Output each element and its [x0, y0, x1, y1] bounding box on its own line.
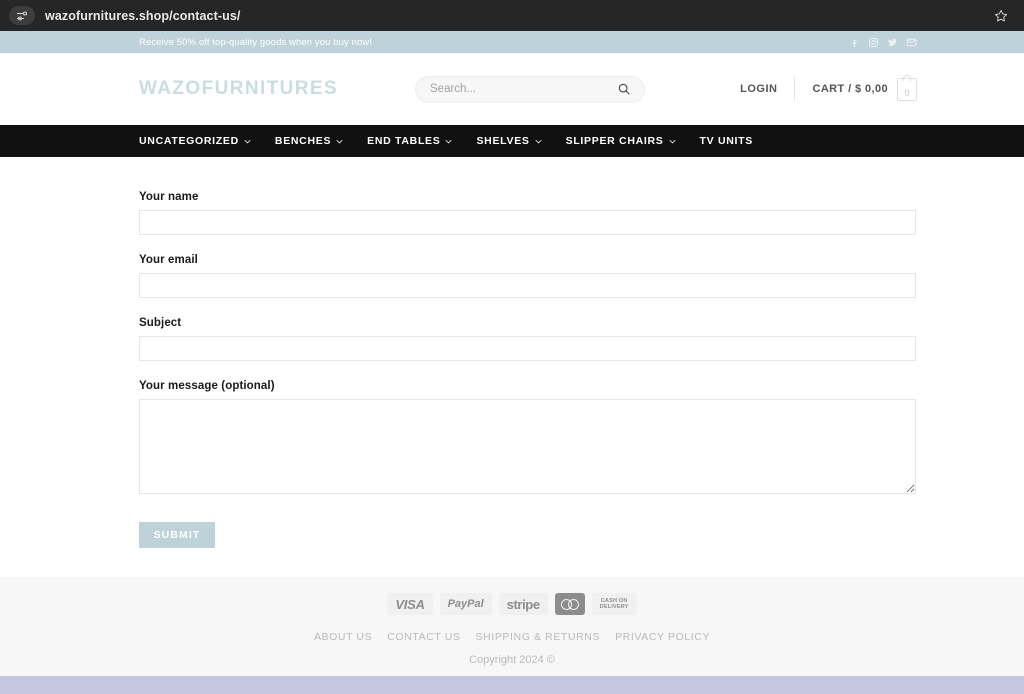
- footer-links: ABOUT US CONTACT US SHIPPING & RETURNS P…: [314, 631, 710, 643]
- chevron-down-icon: [668, 139, 676, 143]
- login-link[interactable]: LOGIN: [740, 77, 796, 101]
- your-email-input[interactable]: [139, 273, 916, 298]
- mastercard-icon: [554, 593, 585, 615]
- cart-icon[interactable]: 0: [897, 74, 917, 101]
- nav-item-shelves[interactable]: SHELVES: [476, 135, 542, 147]
- paypal-icon: PayPal: [439, 593, 492, 615]
- footer-link-contact-us[interactable]: CONTACT US: [387, 631, 460, 643]
- field-your-email: Your email: [139, 254, 916, 298]
- header-actions: LOGIN CART / $ 0,00 0: [740, 73, 917, 105]
- nav-item-tv-units[interactable]: TV UNITS: [700, 135, 753, 147]
- copyright-text: Copyright 2024 ©: [469, 654, 555, 666]
- field-label: Your name: [139, 191, 199, 203]
- cart-bag-handle: [903, 74, 911, 81]
- contact-form: Your name Your email Subject Your messag…: [139, 191, 916, 548]
- field-label: Your email: [139, 254, 198, 266]
- subject-input[interactable]: [139, 336, 916, 361]
- field-label: Your message (optional): [139, 380, 275, 392]
- nav-item-label: UNCATEGORIZED: [139, 135, 239, 147]
- email-icon[interactable]: [906, 37, 917, 48]
- sliders-icon: [17, 10, 28, 21]
- your-message-textarea[interactable]: [139, 399, 916, 494]
- field-label: Subject: [139, 317, 182, 329]
- payment-methods: VISA PayPal stripe CASH ON DELIVERY: [387, 593, 637, 615]
- chevron-down-icon: [445, 139, 453, 143]
- promo-text: Receive 50% off top-quality goods when y…: [139, 36, 373, 48]
- nav-list: UNCATEGORIZED BENCHES END TABLES SHELVES…: [139, 135, 777, 147]
- contact-page-main: Your name Your email Subject Your messag…: [0, 157, 1024, 577]
- chevron-down-icon: [336, 139, 343, 143]
- chevron-down-icon: [244, 139, 251, 143]
- nav-item-benches[interactable]: BENCHES: [275, 135, 343, 147]
- star-icon: [994, 9, 1008, 21]
- cart-count: 0: [904, 87, 910, 98]
- search-bar[interactable]: [415, 75, 645, 103]
- field-your-name: Your name: [139, 191, 916, 235]
- nav-item-label: END TABLES: [367, 135, 441, 147]
- social-links: [849, 37, 917, 48]
- twitter-icon[interactable]: [887, 37, 898, 48]
- footer-link-privacy-policy[interactable]: PRIVACY POLICY: [615, 631, 710, 643]
- footer-link-about-us[interactable]: ABOUT US: [314, 631, 372, 643]
- search-submit-button[interactable]: [616, 81, 632, 97]
- os-bottom-bar: [0, 676, 1024, 694]
- nav-item-label: SHELVES: [476, 135, 530, 147]
- stripe-icon: stripe: [498, 593, 548, 615]
- facebook-icon[interactable]: [849, 37, 860, 48]
- submit-button[interactable]: SUBMIT: [139, 522, 215, 548]
- main-navigation: UNCATEGORIZED BENCHES END TABLES SHELVES…: [0, 125, 1024, 157]
- search-icon: [618, 83, 630, 95]
- promo-banner: Receive 50% off top-quality goods when y…: [0, 31, 1024, 53]
- site-info-button[interactable]: [9, 6, 35, 25]
- visa-icon: VISA: [387, 593, 433, 615]
- site-logo[interactable]: WAZOFURNITURES: [139, 78, 338, 100]
- url-text[interactable]: wazofurnitures.shop/contact-us/: [45, 9, 240, 23]
- site-footer: VISA PayPal stripe CASH ON DELIVERY ABOUT…: [0, 577, 1024, 676]
- footer-link-shipping-returns[interactable]: SHIPPING & RETURNS: [476, 631, 601, 643]
- nav-item-label: TV UNITS: [699, 135, 753, 147]
- nav-item-slipper-chairs[interactable]: SLIPPER CHAIRS: [566, 135, 676, 147]
- nav-item-end-tables[interactable]: END TABLES: [367, 135, 453, 147]
- cart-link[interactable]: CART / $ 0,00: [795, 83, 888, 95]
- chevron-down-icon: [535, 139, 542, 143]
- your-name-input[interactable]: [139, 210, 916, 235]
- nav-item-label: SLIPPER CHAIRS: [565, 135, 664, 147]
- cash-on-delivery-icon: CASH ON DELIVERY: [591, 593, 637, 615]
- instagram-icon[interactable]: [868, 37, 879, 48]
- nav-item-uncategorized[interactable]: UNCATEGORIZED: [139, 135, 251, 147]
- browser-toolbar: wazofurnitures.shop/contact-us/: [0, 0, 1024, 31]
- search-input[interactable]: [430, 83, 616, 95]
- field-subject: Subject: [139, 317, 916, 361]
- field-your-message: Your message (optional): [139, 380, 916, 494]
- bookmark-button[interactable]: [992, 7, 1010, 25]
- nav-item-label: BENCHES: [274, 135, 332, 147]
- site-header: WAZOFURNITURES LOGIN CART / $ 0,00 0: [0, 53, 1024, 125]
